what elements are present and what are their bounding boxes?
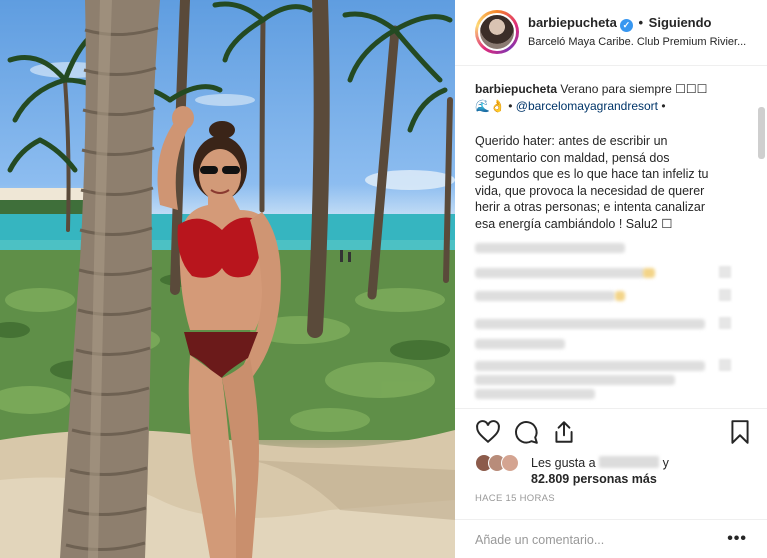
post-actions: Les gusta a y 82.809 personas más HACE 1… — [455, 408, 767, 558]
avatar[interactable] — [478, 13, 516, 51]
header-username[interactable]: barbiepucheta — [528, 15, 617, 30]
post-timestamp[interactable]: HACE 15 HORAS — [475, 493, 555, 504]
post-caption: barbiepucheta Verano para siempre ☐☐☐ 🌊👌… — [475, 81, 745, 115]
caption-suffix: • — [661, 99, 666, 113]
blurred-comment — [475, 357, 735, 401]
blurred-comment — [475, 264, 735, 282]
likes-summary: Les gusta a y 82.809 personas más — [475, 451, 755, 487]
likes-suffix: y — [662, 456, 669, 470]
story-ring[interactable] — [475, 10, 519, 54]
more-options-icon[interactable]: ••• — [727, 530, 747, 548]
following-button[interactable]: Siguiendo — [649, 15, 712, 30]
location-link[interactable]: Barceló Maya Caribe. Club Premium Rivier… — [528, 36, 756, 48]
add-comment-bar: ••• — [455, 519, 767, 558]
beach-scene-image — [0, 0, 455, 558]
liker-avatar[interactable] — [501, 454, 519, 472]
caption-text: Verano para siempre ☐☐☐ — [560, 82, 708, 96]
blurred-comment — [475, 335, 735, 353]
blurred-username — [599, 456, 660, 468]
caption-emojis: 🌊👌 • — [475, 99, 513, 113]
likes-text: Les gusta a y 82.809 personas más — [531, 455, 669, 487]
caption-message: Querido hater: antes de escribir un come… — [475, 134, 709, 231]
header-user-line: barbiepucheta ✓ • Siguiendo — [528, 15, 712, 32]
blurred-comment — [475, 239, 735, 257]
caption-username[interactable]: barbiepucheta — [475, 82, 557, 96]
header-separator: • — [638, 15, 644, 30]
comments-section[interactable]: barbiepucheta Verano para siempre ☐☐☐ 🌊👌… — [455, 67, 767, 408]
share-icon[interactable] — [551, 419, 577, 445]
comment-input[interactable] — [475, 531, 715, 549]
heart-icon[interactable] — [475, 419, 501, 445]
verified-badge-icon: ✓ — [619, 19, 633, 32]
likes-prefix: Les gusta a — [531, 456, 596, 470]
blurred-comment — [475, 287, 735, 305]
comments-scrollbar[interactable] — [758, 107, 765, 159]
post-header: barbiepucheta ✓ • Siguiendo Barceló Maya … — [455, 0, 767, 66]
likes-count[interactable]: 82.809 personas más — [531, 472, 657, 486]
bookmark-icon[interactable] — [727, 419, 753, 445]
comment-bubble-icon[interactable] — [513, 419, 539, 445]
mention-link[interactable]: @barcelomayagrandresort — [516, 99, 658, 113]
blurred-comment — [475, 315, 735, 333]
post-photo[interactable] — [0, 0, 455, 558]
